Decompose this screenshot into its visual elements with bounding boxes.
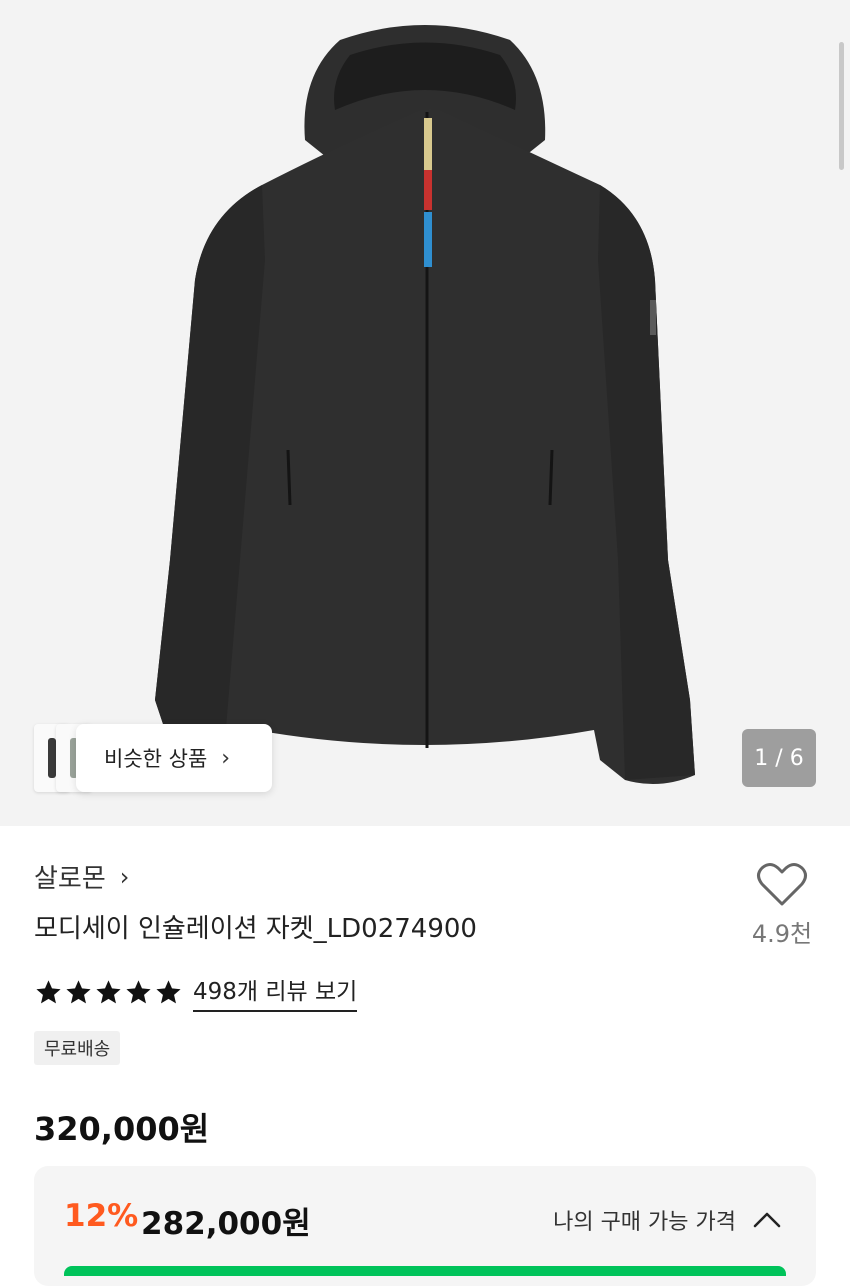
rating-row: 498개 리뷰 보기 — [34, 972, 358, 1012]
chevron-right-icon: › — [119, 862, 130, 891]
chevron-up-icon — [753, 1212, 781, 1228]
coupon-banner-edge — [64, 1266, 786, 1276]
star-rating — [34, 978, 183, 1007]
like-count: 4.9천 — [751, 920, 813, 948]
like-button[interactable]: 4.9천 — [744, 862, 820, 949]
page-scrollbar[interactable] — [839, 42, 844, 170]
star-filled-icon — [96, 979, 121, 1003]
brand-link[interactable]: 살로몬 › — [34, 858, 129, 895]
heart-outline-icon — [757, 863, 807, 906]
star-filled-icon — [36, 979, 61, 1003]
star-filled-icon — [126, 979, 151, 1003]
product-title: 모디세이 인슐레이션 자켓_LD0274900 — [34, 914, 477, 944]
similar-products-widget[interactable]: 비슷한 상품 › — [34, 724, 272, 792]
my-price-toggle[interactable]: 나의 구매 가능 가격 — [553, 1204, 782, 1236]
similar-products-label: 비슷한 상품 — [104, 747, 208, 771]
star-filled-icon — [66, 979, 91, 1003]
review-link[interactable]: 498개 리뷰 보기 — [193, 972, 358, 1012]
similar-products-button[interactable]: 비슷한 상품 › — [76, 724, 272, 792]
product-image-gallery[interactable]: 비슷한 상품 › 1 / 6 — [0, 0, 850, 826]
my-price-label: 나의 구매 가능 가격 — [553, 1210, 736, 1235]
jacket-image — [155, 25, 695, 784]
sale-price: 282,000원 — [141, 1206, 311, 1242]
star-filled-icon — [156, 979, 181, 1003]
image-counter: 1 / 6 — [742, 729, 816, 787]
chevron-right-icon: › — [221, 745, 231, 771]
free-shipping-badge: 무료배송 — [34, 1031, 121, 1065]
brand-name: 살로몬 — [34, 864, 106, 894]
discount-percent: 12% — [64, 1198, 139, 1234]
original-price: 320,000원 — [34, 1110, 210, 1148]
